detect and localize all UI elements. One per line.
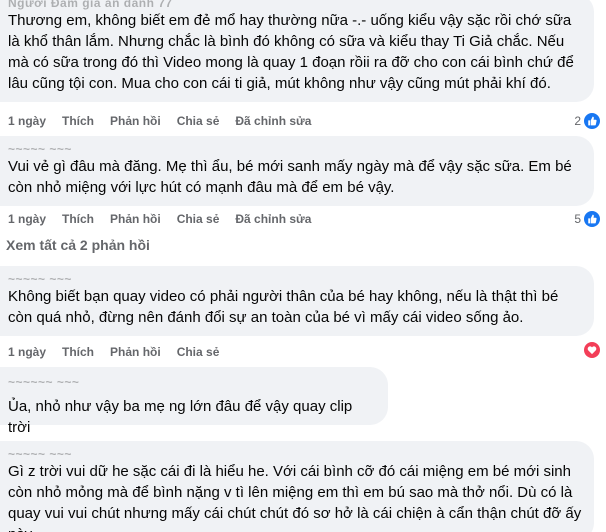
share-button[interactable]: Chia sẻ [177,212,220,226]
comment-actions-3: 1 ngày Thích Phản hồi Chia sẻ [8,344,235,360]
comment-actions-2: 1 ngày Thích Phản hồi Chia sẻ Đã chỉnh s… [8,211,327,227]
comment-text: Gì z trời vui dữ he sặc cái đi là hiểu h… [8,463,582,532]
like-button[interactable]: Thích [62,212,94,226]
reply-button[interactable]: Phản hồi [110,212,161,226]
commenter-name[interactable]: Người Đăm giá ấn danh 77 [8,0,582,10]
reply-button[interactable]: Phản hồi [110,345,161,359]
reaction-count: 2 [574,114,581,128]
reaction-count: 5 [574,212,581,226]
like-button[interactable]: Thích [62,114,94,128]
comment-bubble-2: ~~~~~ ~~~ Vui vẻ gì đâu mà đăng. Mẹ thì … [0,136,594,206]
comment-bubble-4: ~~~~~~ ~~~ Ủa, nhỏ như vậy ba mẹ ng lớn … [0,367,388,436]
edited-label[interactable]: Đã chỉnh sửa [235,114,311,128]
like-button[interactable]: Thích [62,345,94,359]
comment-bubble-1: Người Đăm giá ấn danh 77 Thương em, khôn… [0,0,594,102]
comment-text: Ủa, nhỏ như vậy ba mẹ ng lớn đâu để vậy … [8,398,353,436]
heart-icon [584,342,600,358]
comment-actions-1: 1 ngày Thích Phản hồi Chia sẻ Đã chỉnh s… [8,113,327,129]
comment-time[interactable]: 1 ngày [8,345,46,359]
edited-label[interactable]: Đã chỉnh sửa [235,212,311,226]
see-all-replies-link[interactable]: Xem tất cả 2 phản hồi [6,237,150,253]
reply-button[interactable]: Phản hồi [110,114,161,128]
commenter-name[interactable]: ~~~~~ ~~~ [8,447,582,461]
comment-time[interactable]: 1 ngày [8,212,46,226]
reaction-summary-2[interactable]: 5 [574,210,600,228]
thumbs-up-icon [584,211,600,227]
share-button[interactable]: Chia sẻ [177,114,220,128]
commenter-name[interactable]: ~~~~~ ~~~ [8,272,582,286]
reaction-summary-3[interactable] [581,341,600,359]
reaction-summary-1[interactable]: 2 [574,112,600,130]
commenter-name[interactable]: ~~~~~~ ~~~ [8,375,376,389]
comment-text: Thương em, không biết em đẻ mổ hay thườn… [8,12,574,92]
comment-text: Không biết bạn quay video có phải người … [8,288,559,326]
comment-bubble-3: ~~~~~ ~~~ Không biết bạn quay video có p… [0,266,594,336]
comment-text: Vui vẻ gì đâu mà đăng. Mẹ thì ẩu, bé mới… [8,158,572,196]
commenter-name[interactable]: ~~~~~ ~~~ [8,142,582,156]
thumbs-up-icon [584,113,600,129]
share-button[interactable]: Chia sẻ [177,345,220,359]
comment-time[interactable]: 1 ngày [8,114,46,128]
comment-bubble-5: ~~~~~ ~~~ Gì z trời vui dữ he sặc cái đi… [0,441,594,532]
